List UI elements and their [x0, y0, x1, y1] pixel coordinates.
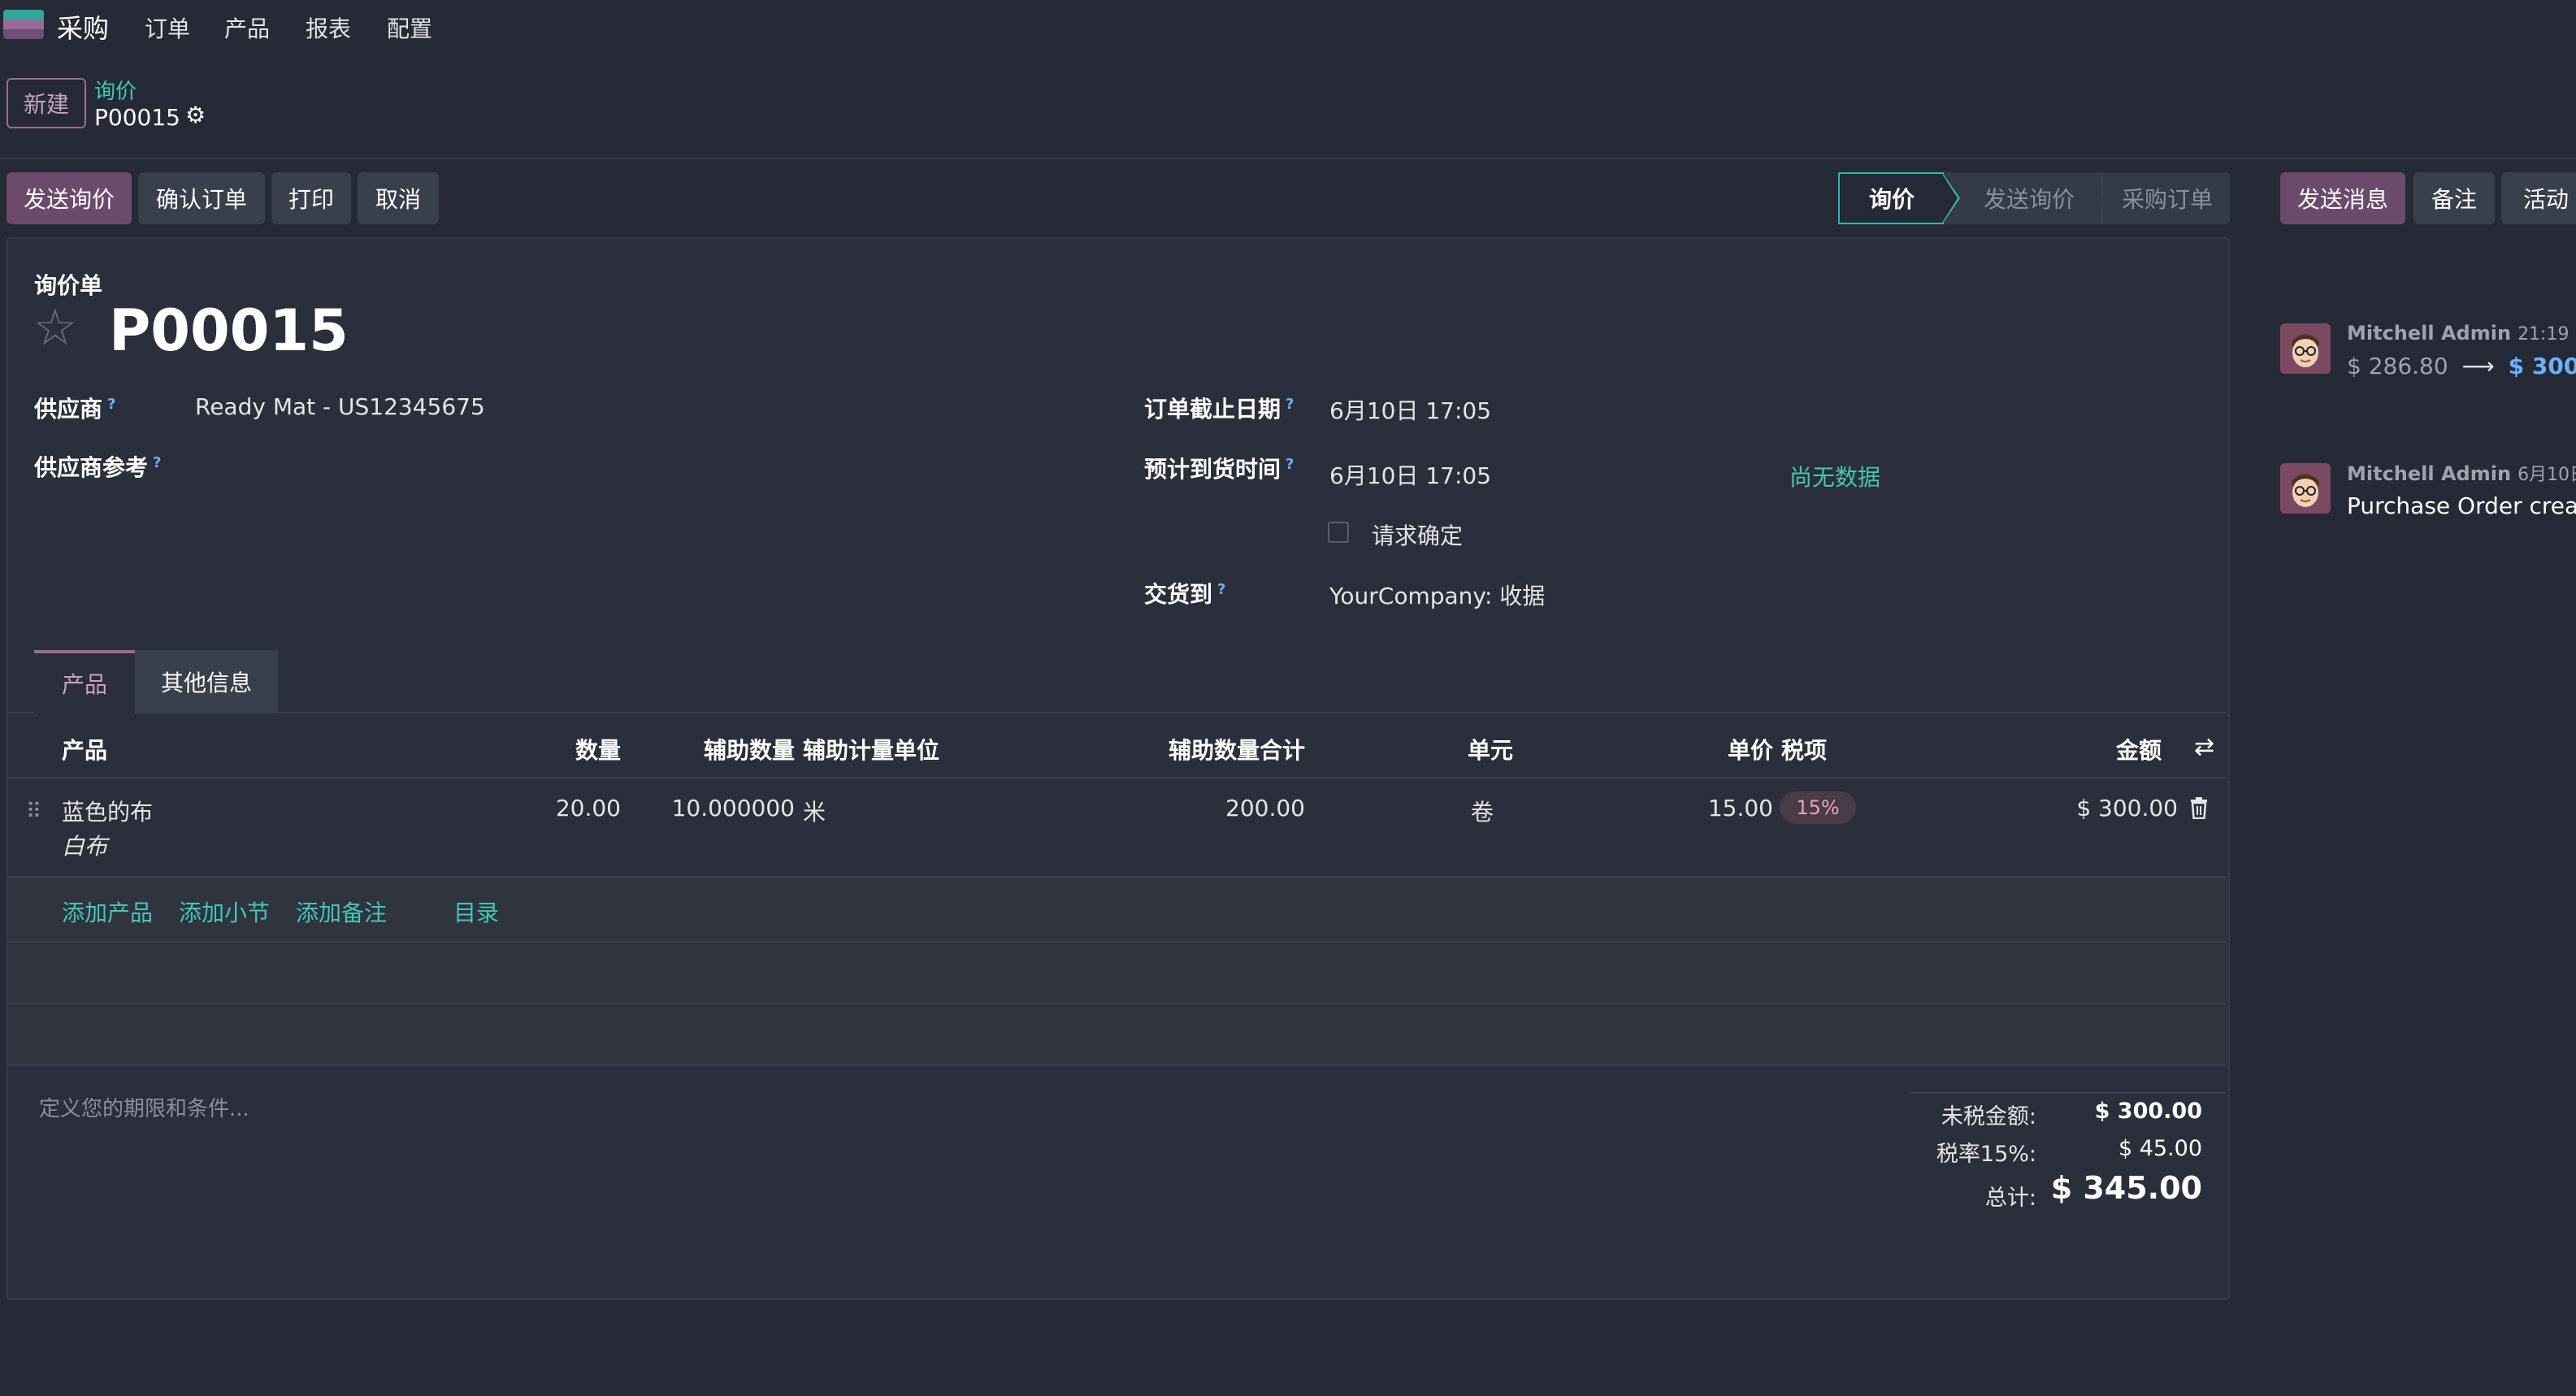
- tab-other-info[interactable]: 其他信息: [135, 650, 278, 713]
- menu-orders[interactable]: 订单: [145, 11, 190, 44]
- help-icon[interactable]: ?: [1217, 581, 1225, 598]
- menu-products[interactable]: 产品: [224, 11, 270, 44]
- cell-product[interactable]: 蓝色的布: [62, 795, 153, 827]
- tax-badge[interactable]: 15%: [1780, 791, 1856, 824]
- help-icon[interactable]: ?: [1286, 396, 1294, 413]
- ask-confirmation-checkbox[interactable]: [1328, 522, 1349, 543]
- help-icon[interactable]: ?: [107, 396, 115, 413]
- untaxed-label: 未税金额:: [1941, 1104, 2036, 1129]
- tax-value: $ 45.00: [2118, 1136, 2202, 1161]
- cell-aux-quantity[interactable]: 10.000000: [626, 795, 795, 822]
- vendor-reference-label: 供应商参考?: [34, 453, 162, 481]
- trash-icon[interactable]: [2189, 796, 2209, 819]
- log-note-button[interactable]: 备注: [2413, 172, 2495, 224]
- col-product[interactable]: 产品: [62, 733, 107, 765]
- avatar[interactable]: [2280, 323, 2331, 374]
- confirm-order-button[interactable]: 确认订单: [138, 172, 265, 224]
- page-title: P00015: [109, 297, 349, 364]
- breadcrumb-parent[interactable]: 询价: [94, 75, 137, 105]
- help-icon[interactable]: ?: [153, 454, 161, 471]
- cell-unit-price[interactable]: 15.00: [1552, 795, 1773, 822]
- breadcrumb-current: P00015: [94, 104, 180, 131]
- star-icon[interactable]: ☆: [33, 302, 78, 353]
- message-body: Purchase Order create: [2347, 492, 2576, 519]
- new-value: $ 300.0: [2508, 353, 2576, 379]
- app-name[interactable]: 采购: [57, 8, 109, 46]
- message-time: 21:19: [2517, 324, 2569, 345]
- divider: [0, 158, 2576, 159]
- col-taxes[interactable]: 税项: [1781, 733, 1827, 765]
- col-quantity[interactable]: 数量: [414, 733, 621, 765]
- send-message-button[interactable]: 发送消息: [2280, 172, 2405, 224]
- col-unit-price[interactable]: 单价: [1552, 733, 1773, 765]
- table-row[interactable]: ⠿ 蓝色的布 白布 20.00 10.000000 米 200.00 卷 15.…: [8, 778, 2227, 878]
- cell-unit[interactable]: 卷: [1471, 795, 1494, 827]
- add-line-row: 添加产品 添加小节 添加备注 目录: [8, 878, 2227, 943]
- app-logo-icon[interactable]: [3, 10, 44, 39]
- stage-separator: [2101, 172, 2103, 224]
- cell-description[interactable]: 白布: [62, 829, 107, 861]
- expected-arrival-label: 预计到货时间?: [1144, 455, 1295, 483]
- stage-purchase-order[interactable]: 采购订单: [2106, 172, 2228, 224]
- vendor-label: 供应商?: [34, 395, 116, 423]
- new-button[interactable]: 新建: [7, 78, 86, 128]
- catalog-link[interactable]: 目录: [453, 895, 499, 928]
- total-value: $ 345.00: [2050, 1170, 2202, 1206]
- old-value: $ 286.80: [2347, 353, 2448, 379]
- col-aux-uom[interactable]: 辅助计量单位: [803, 733, 939, 765]
- tab-products[interactable]: 产品: [34, 650, 135, 713]
- document-type: 询价单: [34, 272, 103, 299]
- vendor-reference-field[interactable]: [195, 447, 1089, 479]
- add-note-link[interactable]: 添加备注: [296, 895, 387, 928]
- cell-quantity[interactable]: 20.00: [414, 795, 621, 822]
- table-header: 产品 数量 辅助数量 辅助计量单位 辅助数量合计 单元 单价 税项 金额 ⇄: [8, 713, 2227, 778]
- vendor-field[interactable]: Ready Mat - US12345675: [195, 393, 485, 420]
- empty-row: [8, 943, 2227, 1004]
- ask-confirmation-label: 请求确定: [1372, 522, 1464, 549]
- menu-configuration[interactable]: 配置: [387, 11, 432, 44]
- message-time: 6月10日 1: [2517, 465, 2576, 485]
- tax-label: 税率15%:: [1936, 1142, 2036, 1167]
- stage-rfq-sent[interactable]: 发送询价: [1960, 172, 2098, 224]
- col-unit[interactable]: 单元: [1468, 733, 1513, 765]
- add-product-link[interactable]: 添加产品: [62, 895, 153, 928]
- totals-divider: [1910, 1092, 2227, 1094]
- drag-handle-icon[interactable]: ⠿: [26, 800, 41, 824]
- cancel-button[interactable]: 取消: [358, 172, 439, 224]
- stage-arrow-inner: [1942, 174, 1958, 223]
- order-deadline-field[interactable]: 6月10日 17:05: [1329, 393, 1491, 426]
- gear-icon[interactable]: ⚙: [185, 104, 208, 127]
- order-deadline-label: 订单截止日期?: [1144, 395, 1295, 423]
- cell-amount: $ 300.00: [2076, 795, 2178, 822]
- menu-reporting[interactable]: 报表: [306, 11, 351, 44]
- cell-aux-total[interactable]: 200.00: [1065, 795, 1305, 822]
- cell-aux-uom[interactable]: 米: [803, 795, 826, 827]
- arrow-right-icon: ⟶: [2461, 353, 2495, 379]
- column-settings-icon[interactable]: ⇄: [2194, 733, 2214, 761]
- help-icon[interactable]: ?: [1286, 456, 1294, 473]
- col-amount[interactable]: 金额: [1958, 733, 2162, 765]
- avatar[interactable]: [2280, 463, 2331, 514]
- message-author: Mitchell Admin 21:19: [2347, 322, 2569, 345]
- tracking-change: $ 286.80 ⟶ $ 300.0: [2347, 353, 2576, 379]
- add-section-link[interactable]: 添加小节: [179, 895, 270, 928]
- col-aux-total[interactable]: 辅助数量合计: [1065, 733, 1305, 765]
- message-author: Mitchell Admin6月10日 1: [2347, 460, 2576, 486]
- terms-input[interactable]: 定义您的期限和条件...: [39, 1092, 249, 1122]
- print-button[interactable]: 打印: [271, 172, 351, 224]
- no-data-text: 尚无数据: [1789, 464, 1881, 491]
- expected-arrival-field[interactable]: 6月10日 17:05: [1329, 458, 1491, 491]
- deliver-to-field[interactable]: YourCompany: 收据: [1329, 579, 1545, 611]
- empty-row: [8, 1004, 2227, 1066]
- status-bar: 询价 发送询价 采购订单: [1838, 172, 2230, 224]
- send-rfq-button[interactable]: 发送询价: [7, 172, 132, 224]
- untaxed-value: $ 300.00: [2094, 1099, 2202, 1124]
- col-aux-quantity[interactable]: 辅助数量: [626, 733, 795, 765]
- stage-rfq[interactable]: 询价: [1838, 172, 1944, 224]
- activity-button[interactable]: 活动: [2501, 172, 2576, 224]
- deliver-to-label: 交货到?: [1144, 580, 1226, 608]
